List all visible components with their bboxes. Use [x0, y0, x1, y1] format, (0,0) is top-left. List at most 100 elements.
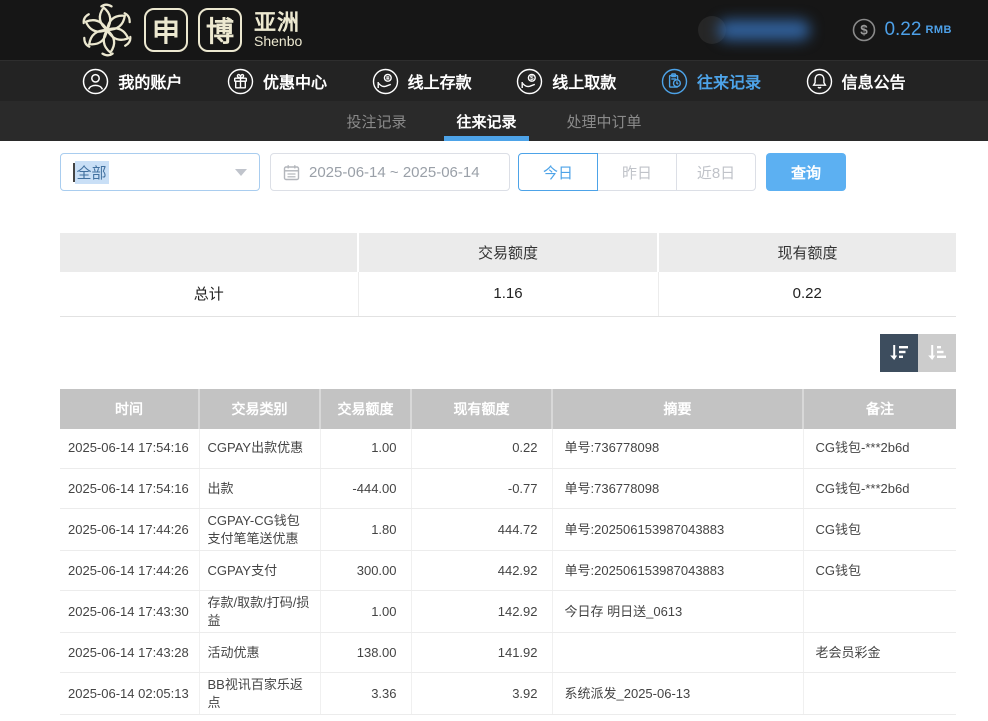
yesterday-button[interactable]: 昨日 [597, 153, 677, 191]
table-row: 2025-06-14 17:43:30存款/取款/打码/损益1.00142.92… [60, 591, 956, 633]
logo-char-2: 博 [198, 8, 242, 52]
summary-header-row: 交易额度 现有额度 [60, 233, 956, 272]
table-cell: 单号:202506153987043883 [552, 509, 803, 551]
table-cell [803, 673, 956, 715]
chevron-down-icon [235, 169, 247, 176]
table-cell: 出款 [199, 469, 320, 509]
balance-amount: 0.22 [884, 19, 921, 41]
tab-pending-orders[interactable]: 处理中订单 [555, 101, 654, 141]
table-cell: CG钱包 [803, 509, 956, 551]
table-cell: 300.00 [320, 551, 411, 591]
table-cell: 老会员彩金 [803, 633, 956, 673]
summary-balance-total: 0.22 [658, 272, 956, 316]
summary-header-balance: 现有额度 [658, 233, 956, 272]
table-cell: 2025-06-14 17:43:28 [60, 633, 199, 673]
table-row: 2025-06-14 17:44:26CGPAY支付300.00442.92单号… [60, 551, 956, 591]
table-cell [552, 633, 803, 673]
col-header-type: 交易类别 [199, 389, 320, 429]
sort-ascending-button[interactable] [918, 334, 956, 372]
sort-row [60, 334, 956, 372]
records-table: 时间 交易类别 交易额度 现有额度 摘要 备注 2025-06-14 17:54… [60, 389, 956, 716]
nav-label: 线上存款 [408, 69, 472, 93]
nav-item-online-withdrawal[interactable]: $ 线上取款 [516, 68, 616, 95]
table-cell: CGPAY出款优惠 [199, 429, 320, 469]
withdraw-hand-coin-icon: $ [516, 68, 543, 95]
table-cell: BB视讯百家乐返点 [199, 673, 320, 715]
table-cell: -0.77 [411, 469, 552, 509]
table-cell: CG钱包 [803, 551, 956, 591]
table-cell: CG钱包-***2b6d [803, 429, 956, 469]
records-table-body: 2025-06-14 17:54:16CGPAY出款优惠1.000.22单号:7… [60, 429, 956, 715]
nav-item-announcements[interactable]: 信息公告 [806, 68, 906, 95]
col-header-current-balance: 现有额度 [411, 389, 552, 429]
summary-table: 交易额度 现有额度 总计 1.16 0.22 [60, 233, 956, 317]
sort-ascending-icon [925, 341, 949, 365]
logo-char-1: 申 [144, 8, 188, 52]
tab-betting-records[interactable]: 投注记录 [334, 101, 418, 141]
col-header-summary: 摘要 [552, 389, 803, 429]
svg-text:$: $ [530, 75, 534, 82]
table-cell: 1.00 [320, 429, 411, 469]
table-row: 2025-06-14 17:54:16出款-444.00-0.77单号:7367… [60, 469, 956, 509]
table-cell: 141.92 [411, 633, 552, 673]
col-header-time: 时间 [60, 389, 199, 429]
nav-item-my-account[interactable]: 我的账户 [82, 68, 182, 95]
search-button[interactable]: 查询 [766, 153, 846, 191]
quick-date-group: 今日 昨日 近8日 [518, 153, 756, 191]
table-cell: 0.22 [411, 429, 552, 469]
username-blurred[interactable] [718, 20, 810, 40]
table-cell: 444.72 [411, 509, 552, 551]
table-cell: CG钱包-***2b6d [803, 469, 956, 509]
sub-nav: 投注记录 往来记录 处理中订单 [0, 101, 988, 141]
gift-icon [227, 68, 254, 95]
topbar: 申 博 亚洲 Shenbo $ 0.22 RMB [0, 0, 988, 60]
summary-total-label: 总计 [60, 272, 358, 316]
table-cell: 系统派发_2025-06-13 [552, 673, 803, 715]
dollar-circle-icon: $ [852, 18, 876, 42]
table-cell: 3.92 [411, 673, 552, 715]
nav-label: 往来记录 [697, 69, 761, 93]
user-icon [82, 68, 109, 95]
nav-label: 线上取款 [552, 69, 616, 93]
table-cell: 存款/取款/打码/损益 [199, 591, 320, 633]
tab-transaction-records[interactable]: 往来记录 [444, 101, 528, 141]
table-cell: 2025-06-14 02:05:13 [60, 673, 199, 715]
col-header-remarks: 备注 [803, 389, 956, 429]
logo[interactable]: 申 博 亚洲 Shenbo [80, 3, 302, 57]
svg-text:$: $ [861, 23, 869, 38]
nav-item-online-deposit[interactable]: 线上存款 [372, 68, 472, 95]
sort-descending-button[interactable] [880, 334, 918, 372]
sort-descending-icon [887, 341, 911, 365]
table-cell: 3.36 [320, 673, 411, 715]
summary-transaction-total: 1.16 [358, 272, 658, 316]
summary-header-empty [60, 233, 358, 272]
table-cell: 2025-06-14 17:54:16 [60, 469, 199, 509]
table-cell: 2025-06-14 17:54:16 [60, 429, 199, 469]
content: 全部 2025-06-14 ~ 2025-06-14 今日 昨日 近8日 查询 [0, 141, 988, 715]
table-cell: 1.80 [320, 509, 411, 551]
last-8-days-button[interactable]: 近8日 [676, 153, 756, 191]
table-cell: -444.00 [320, 469, 411, 509]
nav-item-transaction-records[interactable]: 往来记录 [661, 68, 761, 95]
category-dropdown[interactable]: 全部 [60, 153, 260, 191]
balance-currency: RMB [925, 24, 952, 36]
table-cell: 今日存 明日送_0613 [552, 591, 803, 633]
nav-label: 信息公告 [842, 69, 906, 93]
main-nav: 我的账户 优惠中心 线上存款 $ 线上取款 [0, 60, 988, 101]
table-cell: 2025-06-14 17:44:26 [60, 551, 199, 591]
table-cell: 142.92 [411, 591, 552, 633]
table-cell: 单号:736778098 [552, 429, 803, 469]
summary-total-row: 总计 1.16 0.22 [60, 272, 956, 316]
table-cell [803, 591, 956, 633]
table-cell: 2025-06-14 17:44:26 [60, 509, 199, 551]
deposit-hand-coin-icon [372, 68, 399, 95]
nav-item-promotions[interactable]: 优惠中心 [227, 68, 327, 95]
table-cell: 442.92 [411, 551, 552, 591]
date-range-input[interactable]: 2025-06-14 ~ 2025-06-14 [270, 153, 510, 191]
records-header-row: 时间 交易类别 交易额度 现有额度 摘要 备注 [60, 389, 956, 429]
today-button[interactable]: 今日 [518, 153, 598, 191]
filter-row: 全部 2025-06-14 ~ 2025-06-14 今日 昨日 近8日 查询 [60, 153, 956, 191]
table-cell: CGPAY支付 [199, 551, 320, 591]
table-cell: 2025-06-14 17:43:30 [60, 591, 199, 633]
table-cell: 1.00 [320, 591, 411, 633]
